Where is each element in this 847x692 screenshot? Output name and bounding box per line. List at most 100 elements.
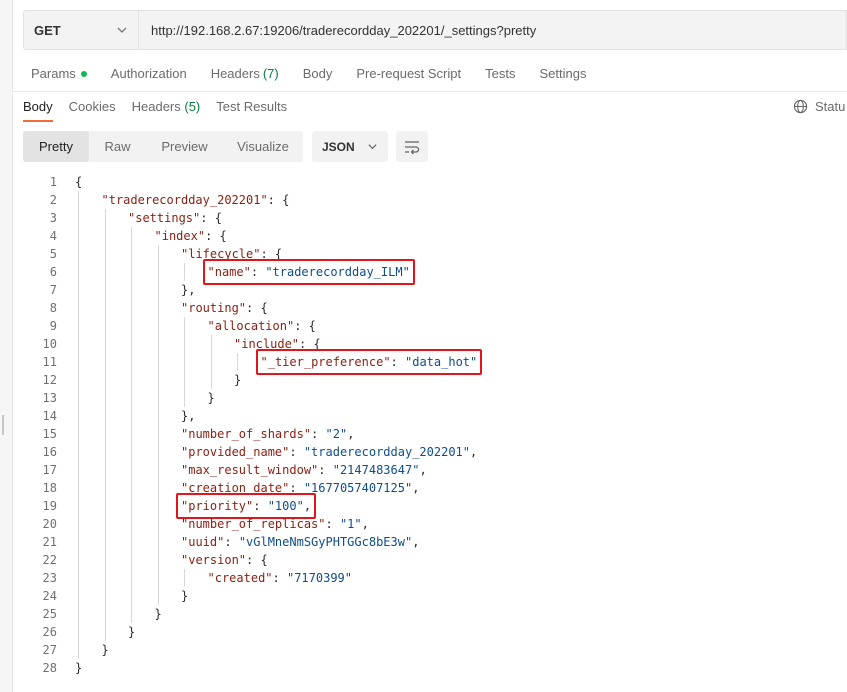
line-text: }: [208, 389, 215, 407]
code-line: 27}: [0, 641, 847, 659]
json-punct: ,: [419, 463, 427, 477]
chevron-down-icon: [117, 27, 127, 33]
code-line: 19 "priority": "100",: [0, 493, 847, 519]
code-line: 12}: [0, 371, 847, 389]
code-line: 13}: [0, 389, 847, 407]
json-punct: : {: [246, 553, 268, 567]
indent-guide: [210, 335, 212, 389]
view-mode-visualize[interactable]: Visualize: [223, 131, 303, 162]
line-text: "max_result_window": "2147483647",: [181, 461, 427, 479]
chevron-down-icon: [368, 144, 377, 150]
indent-guide: [184, 263, 185, 281]
code-line: 5 "lifecycle": {: [0, 245, 847, 263]
line-text: "traderecordday_202201": {: [102, 191, 290, 209]
json-punct: }: [181, 589, 189, 603]
line-number: 6: [49, 265, 57, 279]
json-punct: : {: [200, 211, 222, 225]
json-key: "index": [154, 229, 206, 243]
url-text: http://192.168.2.67:19206/traderecordday…: [151, 22, 537, 38]
response-tab-body[interactable]: Body: [23, 99, 53, 122]
code-line: 2 "traderecordday_202201": {: [0, 191, 847, 209]
code-line: 11 "_tier_preference": "data_hot": [0, 349, 847, 375]
json-value: "traderecordday_202201": [303, 445, 470, 459]
response-status[interactable]: Statu: [793, 99, 845, 114]
json-key: "uuid": [181, 535, 225, 549]
line-number: 14: [42, 409, 57, 423]
code-line: 22 "version": {: [0, 551, 847, 569]
method-select[interactable]: GET: [23, 10, 138, 50]
method-label: GET: [34, 22, 61, 38]
json-value: "1": [339, 517, 362, 531]
request-tab-authorization[interactable]: Authorization: [111, 66, 187, 81]
url-input[interactable]: http://192.168.2.67:19206/traderecordday…: [138, 10, 847, 50]
line-text: }: [128, 623, 135, 641]
line-number: 12: [42, 373, 57, 387]
line-text: },: [181, 407, 195, 425]
json-key: "created": [207, 571, 273, 585]
json-punct: },: [181, 283, 196, 297]
code-line: 9 "allocation": {: [0, 317, 847, 335]
indent-guide: [157, 245, 159, 605]
line-text: }: [234, 371, 241, 389]
line-number: 17: [42, 463, 57, 477]
request-tab-params[interactable]: Params: [31, 66, 87, 81]
json-value: "2": [325, 427, 348, 441]
globe-icon: [793, 99, 808, 114]
code-line: 3 "settings": {: [0, 209, 847, 227]
json-punct: :: [311, 427, 326, 441]
line-number: 11: [42, 355, 57, 369]
line-number: 10: [42, 337, 57, 351]
json-value: "7170399": [286, 571, 353, 585]
json-punct: : {: [267, 193, 290, 207]
line-text: "number_of_shards": "2",: [181, 425, 354, 443]
view-mode-raw[interactable]: Raw: [89, 131, 146, 162]
line-number: 5: [49, 247, 57, 261]
json-value: "2147483647": [332, 463, 420, 477]
tab-label: Cookies: [68, 99, 116, 114]
json-key: "version": [181, 553, 247, 567]
request-tab-settings[interactable]: Settings: [539, 66, 586, 81]
code-line: 28}: [0, 659, 847, 677]
tab-label: Settings: [539, 66, 587, 81]
tab-label: Body: [23, 99, 53, 114]
json-key: "allocation": [207, 319, 295, 333]
json-punct: {: [75, 175, 83, 189]
line-number: 4: [49, 229, 57, 243]
request-tab-tests[interactable]: Tests: [485, 66, 515, 81]
line-text: "provided_name": "traderecordday_202201"…: [181, 443, 477, 461]
format-select[interactable]: JSON: [312, 131, 388, 162]
json-punct: ,: [347, 427, 355, 441]
response-tab-headers[interactable]: Headers (5): [132, 99, 201, 122]
line-text: "created": "7170399": [208, 569, 353, 587]
request-tab-headers[interactable]: Headers (7): [211, 66, 279, 81]
json-punct: }: [234, 373, 242, 387]
response-tab-test-results[interactable]: Test Results: [216, 99, 287, 122]
json-punct: }: [75, 661, 83, 675]
indent-guide: [184, 317, 185, 407]
line-number: 23: [42, 571, 57, 585]
json-key: "traderecordday_202201": [101, 193, 268, 207]
line-number: 21: [42, 535, 57, 549]
request-tab-pre-request-script[interactable]: Pre-request Script: [356, 66, 461, 81]
code-line: 25}: [0, 605, 847, 623]
view-mode-preview[interactable]: Preview: [146, 131, 223, 162]
line-text: "index": {: [155, 227, 227, 245]
line-text: }: [102, 641, 109, 659]
tab-label: Pre-request Script: [356, 66, 462, 81]
code-line: 26}: [0, 623, 847, 641]
json-punct: : {: [294, 319, 316, 333]
line-number: 27: [42, 643, 57, 657]
request-tab-body[interactable]: Body: [303, 66, 333, 81]
json-punct: ,: [412, 481, 420, 495]
code-line: 1{: [0, 173, 847, 191]
response-tab-cookies[interactable]: Cookies: [69, 99, 116, 122]
code-line: 6 "name": "traderecordday_ILM": [0, 259, 847, 285]
view-mode-pretty[interactable]: Pretty: [23, 131, 89, 162]
response-tabs: Body Cookies Headers (5) Test Results: [23, 99, 303, 122]
request-tabs: Params Authorization Headers (7) Body Pre-req…: [31, 66, 610, 81]
indent-guide: [131, 227, 132, 623]
json-key: "settings": [128, 211, 201, 225]
line-number: 22: [42, 553, 57, 567]
json-punct: ,: [412, 535, 420, 549]
wrap-lines-button[interactable]: [396, 131, 428, 162]
